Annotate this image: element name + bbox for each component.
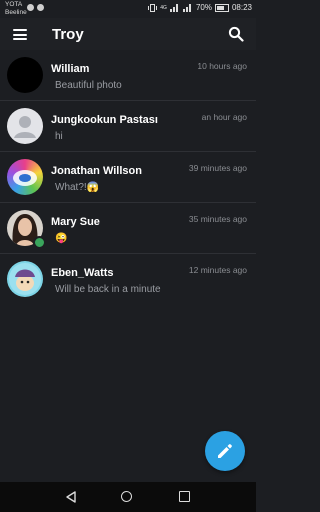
chat-list-item[interactable]: Jonathan Willson 39 minutes ago What?!😱 xyxy=(0,152,256,203)
vibrate-icon xyxy=(148,3,158,12)
battery-icon xyxy=(214,3,229,12)
cartoon-avatar[interactable] xyxy=(7,261,43,297)
chat-name: Jungkookun Pastası xyxy=(51,114,158,126)
menu-icon[interactable] xyxy=(13,29,27,40)
carrier-yota: YOTA xyxy=(5,1,23,8)
recents-icon[interactable] xyxy=(179,491,190,502)
new-message-button[interactable] xyxy=(205,431,245,471)
instagram-notification-icon xyxy=(37,4,44,11)
carrier-label: YOTA Beeline xyxy=(5,1,27,17)
network-type: 4G xyxy=(160,4,167,11)
clock: 08:23 xyxy=(231,3,252,12)
chat-time: 10 hours ago xyxy=(197,61,247,71)
chat-name: William xyxy=(51,63,90,75)
default-person-avatar[interactable] xyxy=(7,108,43,144)
chat-preview: 😜 xyxy=(55,233,68,244)
chat-list-item[interactable]: William 10 hours ago Beautiful photo xyxy=(0,50,256,101)
status-bar: YOTA Beeline 4G 70% 08:23 xyxy=(0,0,256,18)
online-indicator xyxy=(33,236,46,249)
status-right: 4G 70% 08:23 xyxy=(148,3,252,12)
notification-icons xyxy=(27,4,44,11)
signal-icon-2 xyxy=(182,3,193,12)
telegram-notification-icon xyxy=(27,4,34,11)
home-icon[interactable] xyxy=(121,491,132,502)
chat-time: 39 minutes ago xyxy=(188,163,247,173)
chat-preview: Beautiful photo xyxy=(55,80,122,91)
chat-time: 12 minutes ago xyxy=(188,265,247,275)
chat-preview: hi xyxy=(55,131,63,142)
black-avatar[interactable] xyxy=(7,57,43,93)
chat-list-item[interactable]: Eben_Watts 12 minutes ago Will be back i… xyxy=(0,254,256,304)
system-nav-bar xyxy=(0,482,256,512)
chat-time: an hour ago xyxy=(201,112,247,122)
pencil-icon xyxy=(218,444,232,458)
back-icon[interactable] xyxy=(65,491,77,503)
chat-preview: Will be back in a minute xyxy=(55,284,161,295)
battery-percent: 70% xyxy=(195,3,212,12)
cartoon-character xyxy=(9,263,41,295)
carrier-beeline: Beeline xyxy=(5,9,27,16)
chat-name: Eben_Watts xyxy=(51,267,114,279)
chat-preview: What?!😱 xyxy=(55,182,100,193)
person-icon xyxy=(14,116,36,138)
graffiti-art xyxy=(13,170,37,186)
chat-name: Jonathan Willson xyxy=(51,165,142,177)
colorful-avatar[interactable] xyxy=(7,159,43,195)
signal-icon xyxy=(169,3,180,12)
chat-list-item[interactable]: Jungkookun Pastası an hour ago hi xyxy=(0,101,256,152)
chat-name: Mary Sue xyxy=(51,216,100,228)
page-title: Troy xyxy=(52,26,84,43)
chat-list-item[interactable]: Mary Sue 35 minutes ago 😜 xyxy=(0,203,256,254)
search-icon[interactable] xyxy=(228,26,244,42)
app-bar: Troy xyxy=(0,18,256,50)
chat-time: 35 minutes ago xyxy=(188,214,247,224)
chat-list: William 10 hours ago Beautiful photo Jun… xyxy=(0,50,256,304)
